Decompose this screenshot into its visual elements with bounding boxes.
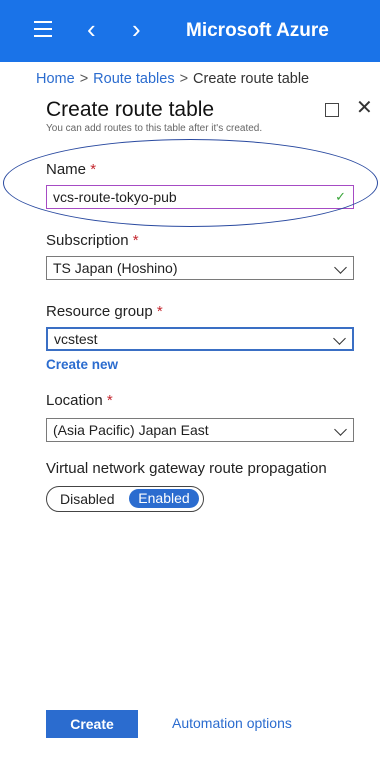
- name-input-value: vcs-route-tokyo-pub: [53, 189, 177, 205]
- close-icon[interactable]: ✕: [356, 95, 373, 120]
- breadcrumb: Home > Route tables > Create route table: [36, 71, 309, 87]
- breadcrumb-current: Create route table: [193, 71, 310, 87]
- propagation-label: Virtual network gateway route propagatio…: [46, 460, 327, 477]
- forward-arrow-icon[interactable]: ›: [132, 14, 141, 44]
- maximize-icon[interactable]: [325, 103, 339, 117]
- name-label-text: Name: [46, 161, 87, 178]
- page-subtitle: You can add routes to this table after i…: [46, 123, 263, 134]
- required-mark: *: [90, 161, 97, 178]
- breadcrumb-separator: >: [79, 71, 89, 87]
- required-mark: *: [156, 303, 163, 320]
- resource-group-value: vcstest: [54, 331, 98, 347]
- location-value: (Asia Pacific) Japan East: [53, 422, 209, 438]
- required-mark: *: [106, 392, 113, 409]
- location-label: Location *: [46, 392, 113, 409]
- resource-group-select[interactable]: vcstest: [46, 327, 354, 351]
- location-label-text: Location: [46, 392, 103, 409]
- subscription-label: Subscription *: [46, 232, 139, 249]
- valid-check-icon: ✓: [335, 189, 346, 204]
- chevron-down-icon: [334, 261, 347, 274]
- breadcrumb-route-tables[interactable]: Route tables: [93, 71, 174, 87]
- resource-group-label-text: Resource group: [46, 303, 153, 320]
- automation-options-link[interactable]: Automation options: [172, 715, 292, 731]
- resource-group-label: Resource group *: [46, 303, 163, 320]
- name-input[interactable]: vcs-route-tokyo-pub ✓: [46, 185, 354, 209]
- subscription-value: TS Japan (Hoshino): [53, 260, 178, 276]
- location-select[interactable]: (Asia Pacific) Japan East: [46, 418, 354, 442]
- chevron-down-icon: [333, 332, 346, 345]
- propagation-toggle[interactable]: Disabled Enabled: [46, 486, 204, 512]
- breadcrumb-home[interactable]: Home: [36, 71, 75, 87]
- required-mark: *: [132, 232, 139, 249]
- create-new-link[interactable]: Create new: [46, 357, 118, 372]
- breadcrumb-separator: >: [179, 71, 189, 87]
- toggle-disabled-option[interactable]: Disabled: [60, 491, 114, 507]
- back-arrow-icon[interactable]: ‹: [87, 14, 96, 44]
- chevron-down-icon: [334, 423, 347, 436]
- hamburger-menu-icon[interactable]: [34, 21, 52, 37]
- create-button[interactable]: Create: [46, 710, 138, 738]
- page-title: Create route table: [46, 98, 215, 121]
- subscription-label-text: Subscription: [46, 232, 129, 249]
- subscription-select[interactable]: TS Japan (Hoshino): [46, 256, 354, 280]
- name-label: Name *: [46, 161, 96, 178]
- top-bar: ‹ › Microsoft Azure: [0, 0, 380, 62]
- toggle-enabled-option[interactable]: Enabled: [129, 489, 199, 508]
- highlight-ellipse: [3, 139, 378, 227]
- app-title: Microsoft Azure: [186, 20, 329, 41]
